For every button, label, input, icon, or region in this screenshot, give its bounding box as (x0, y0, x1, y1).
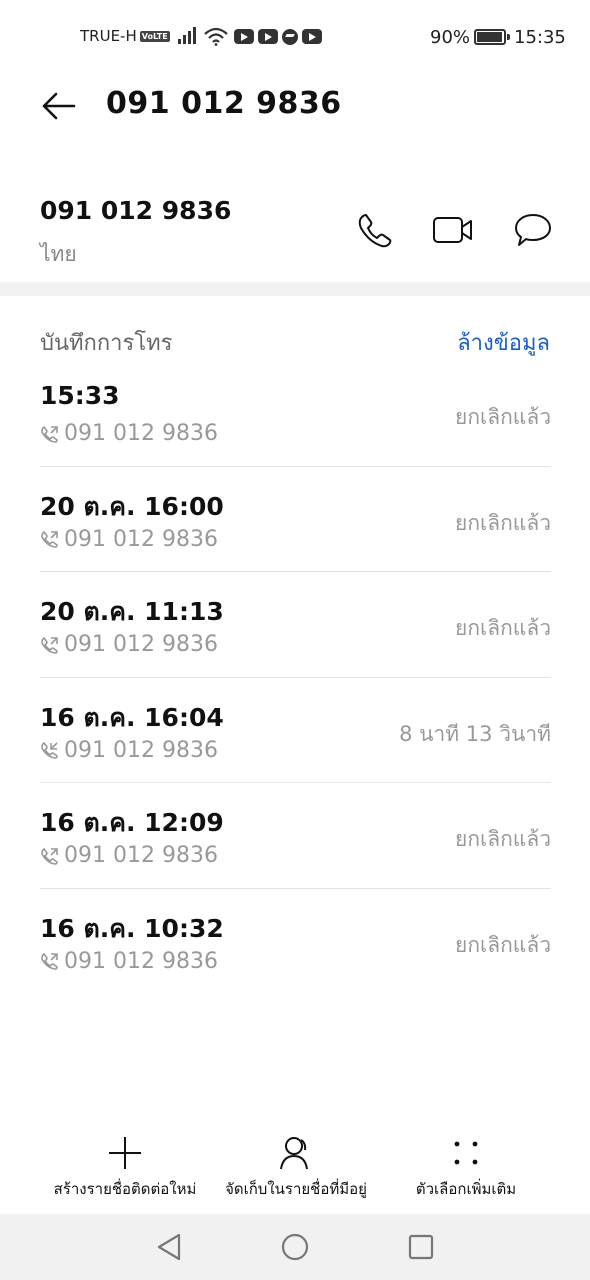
wifi-icon (204, 27, 228, 46)
youtube-icon (258, 29, 278, 44)
more-options-button[interactable]: ตัวเลือกเพิ่มเติม (404, 1135, 528, 1201)
battery-percent: 90% (430, 27, 471, 48)
call-log-item[interactable]: 20 ต.ค. 16:00 091 012 9836 ยกเลิกแล้ว (40, 467, 551, 573)
system-nav-bar (0, 1214, 590, 1280)
nav-home-button[interactable] (277, 1229, 313, 1265)
call-button[interactable] (350, 205, 400, 255)
circle-home-icon (281, 1233, 309, 1261)
new-contact-button[interactable]: สร้างรายชื่อติดต่อใหม่ (48, 1135, 202, 1201)
youtube-icon (234, 29, 254, 44)
call-log-item[interactable]: 15:33 091 012 9836 ยกเลิกแล้ว (40, 361, 551, 467)
notification-icons (234, 29, 322, 45)
call-log-title: บันทึกการโทร (40, 331, 173, 356)
call-log-item[interactable]: 16 ต.ค. 16:04 091 012 9836 8 นาที 13 วิน… (40, 678, 551, 784)
call-time: 20 ต.ค. 11:13 (40, 597, 224, 627)
signal-icon (178, 26, 196, 44)
call-time: 16 ต.ค. 12:09 (40, 808, 224, 838)
status-bar: TRUE-H VoLTE 90% 15:35 (0, 0, 590, 74)
call-log-item[interactable]: 20 ต.ค. 11:13 091 012 9836 ยกเลิกแล้ว (40, 572, 551, 678)
call-time: 20 ต.ค. 16:00 (40, 491, 224, 521)
more-dots-icon (454, 1141, 478, 1165)
message-button[interactable] (508, 205, 558, 255)
call-number: 091 012 9836 (64, 948, 218, 974)
square-recents-icon (408, 1234, 434, 1260)
youtube-icon (302, 29, 322, 44)
call-status: ยกเลิกแล้ว (455, 616, 551, 641)
page-title: 091 012 9836 (106, 86, 342, 121)
call-log-item[interactable]: 16 ต.ค. 12:09 091 012 9836 ยกเลิกแล้ว (40, 783, 551, 889)
call-duration: 8 นาที 13 วินาที (399, 721, 551, 746)
triangle-back-icon (157, 1233, 181, 1261)
outgoing-call-icon (41, 425, 58, 443)
call-status: ยกเลิกแล้ว (455, 510, 551, 535)
volte-badge: VoLTE (139, 30, 170, 42)
call-number: 091 012 9836 (64, 421, 218, 446)
call-number: 091 012 9836 (64, 737, 218, 763)
save-to-existing-button[interactable]: จัดเก็บในรายชื่อที่มีอยู่ (218, 1135, 374, 1201)
call-status: ยกเลิกแล้ว (455, 405, 551, 429)
call-time: 16 ต.ค. 16:04 (40, 702, 224, 732)
messenger-icon (282, 29, 298, 45)
chat-bubble-icon (515, 214, 551, 246)
outgoing-call-icon (41, 531, 58, 548)
more-options-label: ตัวเลือกเพิ่มเติม (415, 1180, 517, 1198)
contact-number: 091 012 9836 (40, 196, 232, 225)
phone-icon (358, 214, 392, 248)
call-status: ยกเลิกแล้ว (455, 932, 551, 957)
call-number: 091 012 9836 (64, 843, 218, 869)
back-button[interactable] (34, 82, 82, 130)
save-to-existing-label: จัดเก็บในรายชื่อที่มีอยู่ (225, 1180, 367, 1198)
bottom-action-bar: สร้างรายชื่อติดต่อใหม่ จัดเก็บในรายชื่อท… (0, 1125, 590, 1213)
carrier-label: TRUE-H VoLTE (80, 27, 170, 45)
outgoing-call-icon (41, 847, 58, 865)
incoming-call-icon (41, 742, 58, 760)
call-status: ยกเลิกแล้ว (455, 827, 551, 852)
plus-icon (109, 1137, 141, 1169)
call-log-list: 15:33 091 012 9836 ยกเลิกแล้ว 20 ต.ค. 16… (40, 361, 551, 995)
call-time: 16 ต.ค. 10:32 (40, 913, 224, 943)
nav-recents-button[interactable] (403, 1229, 439, 1265)
video-call-button[interactable] (428, 205, 478, 255)
outgoing-call-icon (41, 953, 58, 971)
video-camera-icon (433, 217, 472, 243)
battery-icon (474, 29, 510, 45)
nav-back-button[interactable] (151, 1229, 187, 1265)
outgoing-call-icon (41, 636, 58, 654)
person-icon (280, 1137, 308, 1170)
call-number: 091 012 9836 (64, 526, 218, 552)
call-time: 15:33 (40, 381, 120, 410)
section-divider (0, 282, 590, 296)
arrow-left-icon (42, 92, 76, 120)
call-log-item[interactable]: 16 ต.ค. 10:32 091 012 9836 ยกเลิกแล้ว (40, 889, 551, 995)
call-number: 091 012 9836 (64, 632, 218, 658)
new-contact-label: สร้างรายชื่อติดต่อใหม่ (53, 1180, 197, 1198)
status-clock: 15:35 (514, 27, 566, 48)
contact-location: ไทย (40, 242, 77, 266)
clear-log-button[interactable]: ล้างข้อมูล (457, 325, 550, 360)
